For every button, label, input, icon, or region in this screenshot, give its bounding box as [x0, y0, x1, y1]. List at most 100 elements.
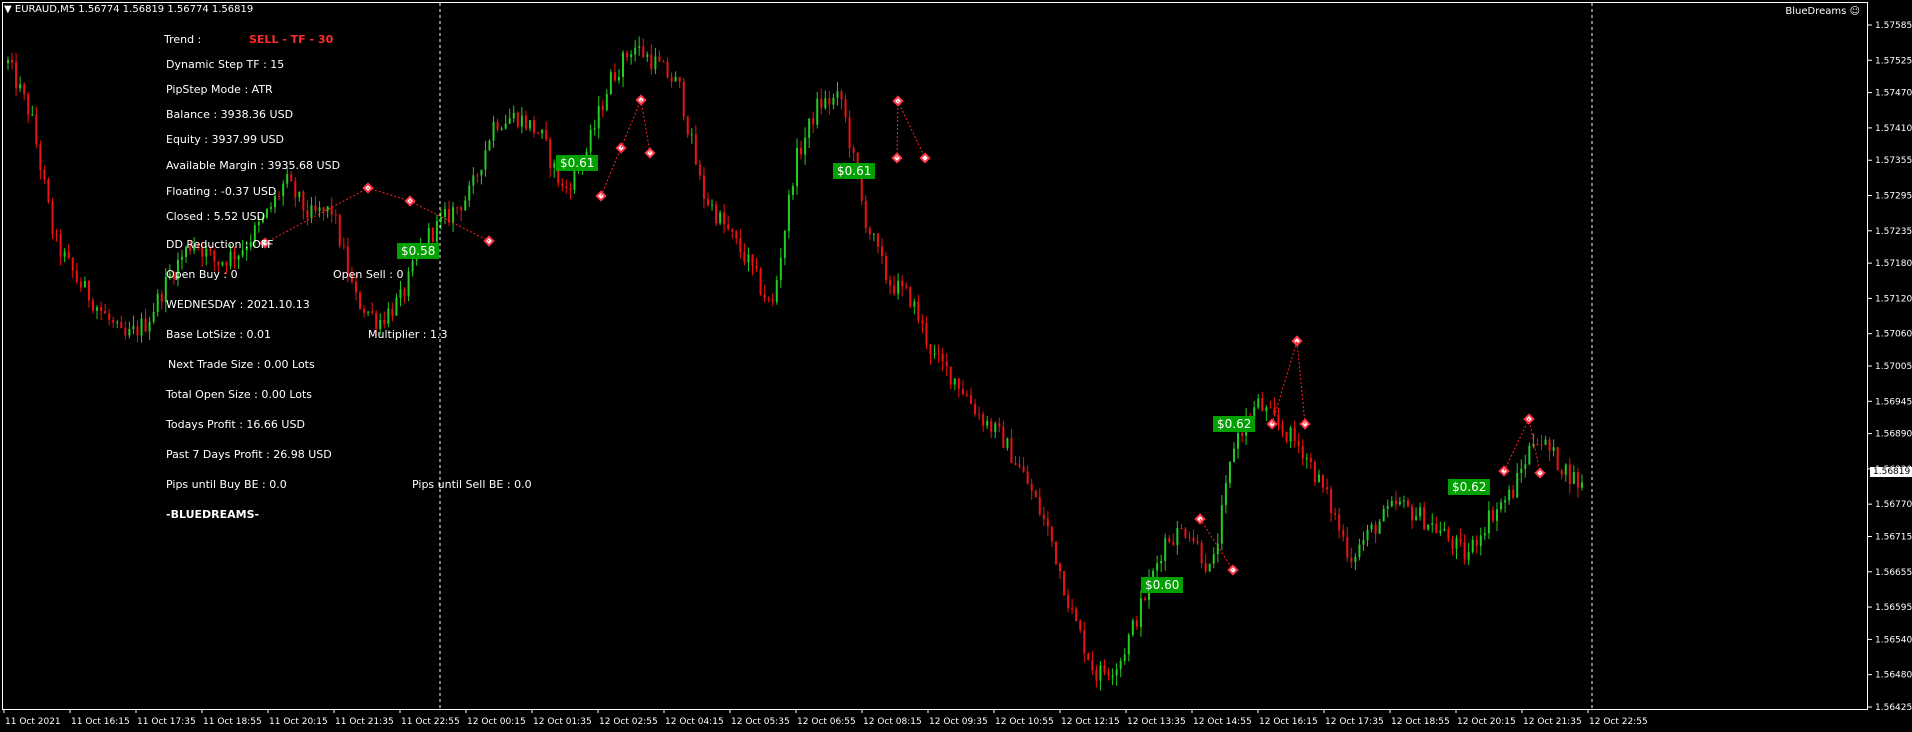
candle-body: [67, 251, 70, 259]
candle-body: [1180, 528, 1183, 530]
multiplier-label: Multiplier : 1.3: [368, 328, 448, 341]
candle-body: [528, 120, 531, 129]
candle-body: [1564, 464, 1567, 475]
candle-body: [541, 129, 544, 134]
candle-body: [156, 293, 159, 313]
price-tick-label: 1.56890: [1875, 430, 1912, 440]
candle-body: [1067, 595, 1070, 608]
candle-body: [19, 84, 22, 89]
time-tick-label: 12 Oct 17:35: [1325, 717, 1384, 727]
candle-body: [872, 233, 875, 235]
candle-body: [1342, 530, 1345, 537]
candle-body: [986, 421, 989, 426]
candle-body: [755, 265, 758, 269]
candle-body: [1301, 446, 1304, 459]
candle-body: [1479, 535, 1482, 547]
candle-body: [472, 175, 475, 186]
candle-body: [411, 260, 414, 272]
candle-body: [832, 97, 835, 105]
candle-body: [1568, 464, 1571, 485]
candle-body: [1576, 472, 1579, 488]
panel-line: Floating : -0.37 USD: [166, 185, 277, 198]
candle-body: [1471, 539, 1474, 552]
candle-body: [1406, 500, 1409, 507]
price-axis: 1.57585 1.57525 1.57470 1.57410 1.57355 1.572…: [1868, 21, 1912, 713]
candle-body: [1083, 630, 1086, 654]
candle-body: [763, 294, 766, 299]
candle-body: [1524, 464, 1527, 469]
candle-body: [1540, 444, 1543, 446]
candle-body: [549, 139, 552, 168]
profit-badge: $0.58: [397, 243, 440, 259]
candle-body: [694, 134, 697, 165]
panel-line: Closed : 5.52 USD: [166, 210, 266, 223]
price-tick-label: 1.56540: [1875, 635, 1912, 645]
price-tick-label: 1.57120: [1875, 294, 1912, 304]
candle-body: [998, 423, 1001, 427]
candle-body: [569, 188, 572, 190]
candle-body: [310, 205, 313, 219]
candle-body: [982, 414, 985, 426]
time-tick-label: 11 Oct 21:35: [335, 717, 394, 727]
trend-label: Trend :: [164, 33, 202, 46]
candle-body: [816, 98, 819, 125]
candle-body: [278, 195, 281, 197]
candle-body: [622, 52, 625, 78]
time-tick-label: 12 Oct 06:55: [797, 717, 856, 727]
candle-body: [957, 378, 960, 390]
candle-body: [1026, 471, 1029, 485]
candle-body: [844, 99, 847, 118]
candle-body: [1107, 672, 1110, 676]
candle-body: [290, 174, 293, 182]
candle-body: [1099, 665, 1102, 681]
candle-body: [1212, 554, 1215, 564]
candle-body: [1423, 507, 1426, 530]
candle-body: [298, 191, 301, 198]
candle-body: [1071, 607, 1074, 609]
candle-body: [1334, 513, 1337, 515]
time-tick-label: 11 Oct 22:55: [401, 717, 460, 727]
candle-body: [306, 210, 309, 219]
candle-body: [1030, 484, 1033, 491]
candle-body: [1398, 501, 1401, 505]
candle-body: [715, 204, 718, 224]
candle-body: [658, 56, 661, 62]
candle-body: [864, 200, 867, 229]
candle-body: [613, 72, 616, 81]
candle-body: [213, 250, 216, 262]
dropdown-triangle-icon[interactable]: ▼: [4, 4, 12, 15]
candle-body: [87, 281, 90, 301]
candle-body: [1285, 431, 1288, 442]
candle-body: [7, 60, 9, 64]
candle-body: [1487, 510, 1490, 534]
candle-body: [820, 98, 823, 108]
price-tick-label: 1.56425: [1875, 703, 1912, 713]
candle-body: [1520, 468, 1523, 473]
candle-body: [739, 238, 742, 253]
candle-body: [1491, 510, 1494, 521]
candle-body: [371, 311, 374, 314]
candle-body: [1415, 516, 1418, 521]
price-tick-label: 1.56595: [1875, 603, 1912, 613]
candle-body: [1172, 541, 1175, 545]
time-tick-label: 11 Oct 18:55: [203, 717, 262, 727]
candle-body: [468, 185, 471, 201]
candle-body: [638, 46, 641, 48]
candle-body: [1050, 526, 1053, 542]
candle-body: [108, 313, 111, 320]
candle-body: [1022, 466, 1025, 472]
candle-body: [128, 328, 131, 336]
candle-body: [561, 183, 564, 187]
candle-body: [15, 62, 18, 89]
candle-body: [909, 287, 912, 307]
candle-body: [1228, 461, 1231, 483]
candle-body: [889, 280, 892, 286]
candle-body: [1289, 427, 1292, 442]
candle-body: [1241, 433, 1244, 436]
candle-body: [1063, 571, 1066, 596]
candle-body: [1087, 653, 1090, 661]
price-tick-label: 1.57585: [1875, 21, 1912, 31]
candle-body: [1386, 506, 1389, 509]
candle-body: [913, 301, 916, 307]
candle-body: [1427, 524, 1430, 530]
